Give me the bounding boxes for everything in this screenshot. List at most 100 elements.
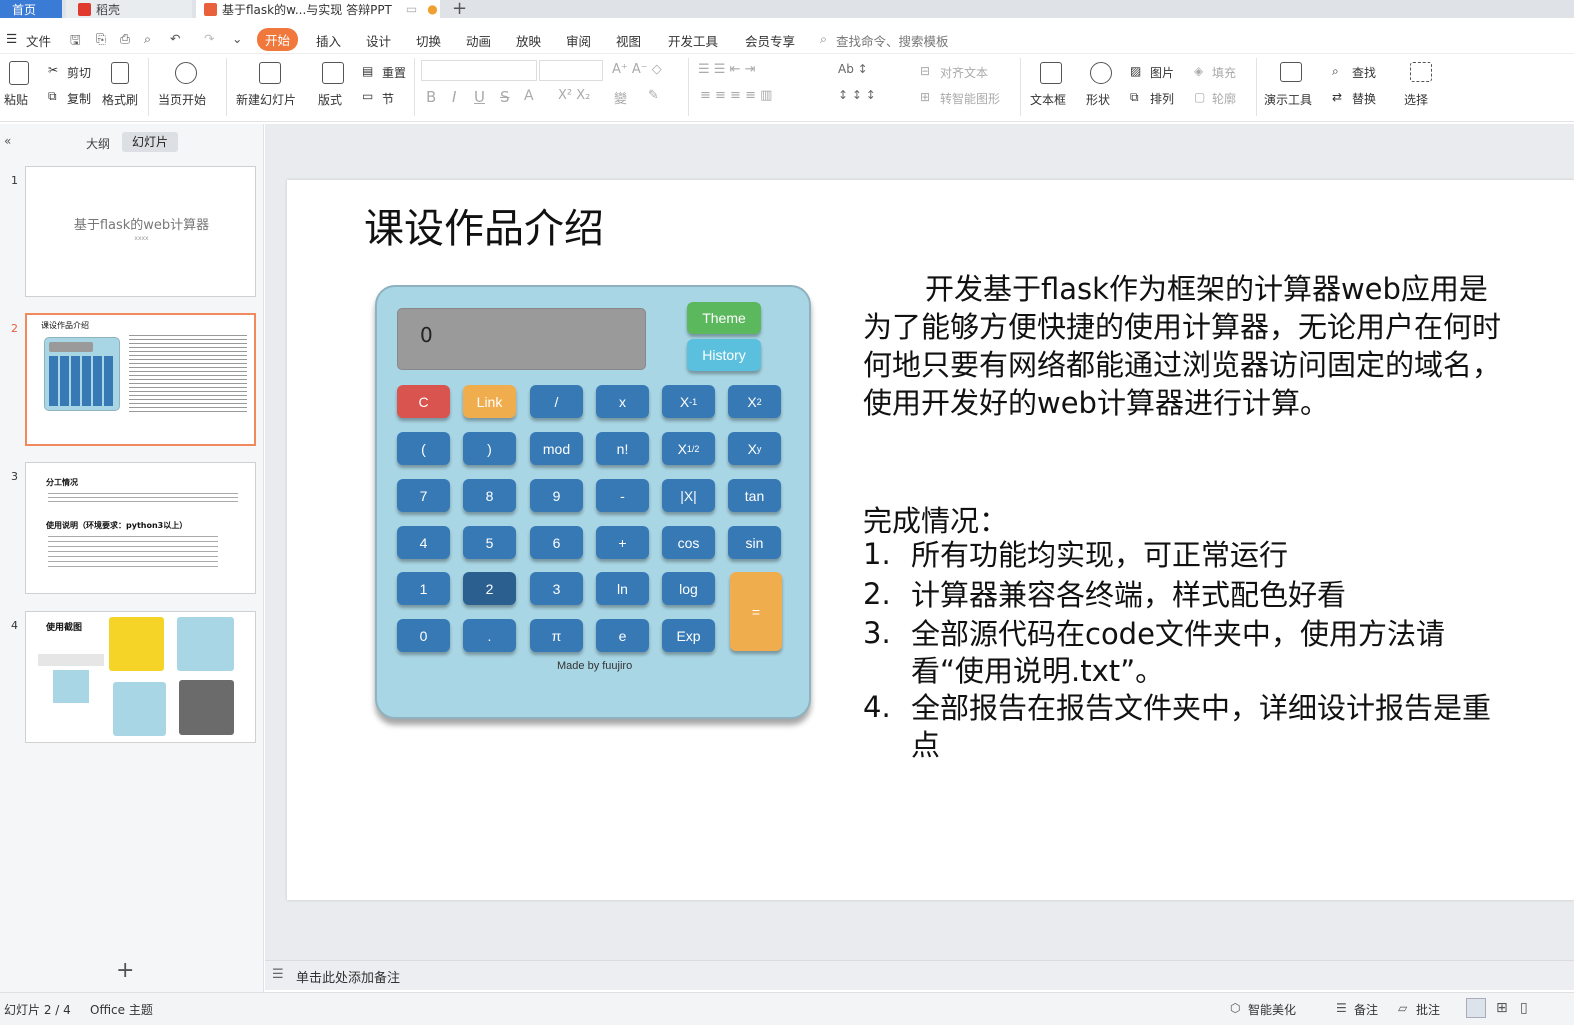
thumb-slide-2[interactable]: 课设作品介绍 [25, 313, 256, 446]
arrange-button[interactable]: 排列 [1150, 90, 1174, 107]
quick-access-dropdown-icon[interactable]: ⌄ [232, 31, 242, 46]
menu-transition[interactable]: 切换 [416, 31, 441, 50]
highlight-icon[interactable]: ✎ [648, 88, 659, 103]
play-from-current-button[interactable]: 当页开始 [158, 91, 206, 108]
tab-outline[interactable]: 大纲 [86, 135, 110, 152]
menu-animation[interactable]: 动画 [466, 31, 491, 50]
sorter-view-icon[interactable]: ⊞ [1496, 1000, 1508, 1016]
new-slide-icon[interactable] [259, 62, 281, 84]
cut-icon[interactable]: ✂ [48, 63, 58, 77]
bullet-list-icon[interactable]: ☰ ☰ ⇤ ⇥ [698, 62, 756, 77]
normal-view-icon[interactable] [1466, 998, 1486, 1018]
strikethrough-icon[interactable]: S [500, 88, 510, 106]
undo-icon[interactable]: ↶ [170, 31, 180, 46]
thumb-slide-4[interactable]: 使用截图 [25, 611, 256, 743]
increase-font-icon[interactable]: A⁺ A⁻ ◇ [612, 62, 662, 77]
menu-home[interactable]: 开始 [257, 28, 299, 51]
notes-placeholder[interactable]: 单击此处添加备注 [296, 967, 400, 986]
textbox-icon[interactable] [1040, 62, 1062, 84]
shape-button[interactable]: 形状 [1086, 91, 1110, 108]
paste-button[interactable]: 粘贴 [4, 91, 28, 108]
underline-icon[interactable]: U [474, 88, 485, 106]
find-button[interactable]: 查找 [1352, 64, 1376, 81]
export-icon[interactable]: ⎘ [96, 31, 106, 47]
thumb-slide-1[interactable]: 基于flask的web计算器 xxxx [25, 166, 256, 297]
play-icon[interactable] [175, 62, 197, 84]
fill-button[interactable]: 填充 [1212, 64, 1236, 81]
hamburger-icon[interactable]: ☰ [6, 31, 17, 46]
picture-button[interactable]: 图片 [1150, 64, 1174, 81]
align-text-button[interactable]: 对齐文本 [940, 64, 988, 81]
present-tools-icon[interactable] [1280, 62, 1302, 82]
calc-key: ( [397, 432, 450, 465]
item-3[interactable]: 全部源代码在code文件夹中，使用方法请看“使用说明.txt”。 [911, 616, 1501, 690]
window-icon[interactable]: ▭ [406, 2, 417, 16]
item-number-2: 2. [863, 577, 891, 611]
copy-button[interactable]: 复制 [67, 90, 91, 107]
theme-name[interactable]: Office 主题 [90, 1001, 153, 1018]
tab-document[interactable]: 基于flask的w...与实现 答辩PPT ▭ ● [196, 0, 440, 18]
replace-button[interactable]: 替换 [1352, 90, 1376, 107]
item-4[interactable]: 全部报告在报告文件夹中，详细设计报告是重点 [911, 690, 1501, 764]
reset-button[interactable]: 重置 [382, 64, 406, 81]
tab-daoke[interactable]: 稻壳 [66, 0, 192, 18]
menu-view[interactable]: 视图 [616, 31, 641, 50]
item-2[interactable]: 计算器兼容各终端，样式配色好看 [911, 577, 1501, 614]
font-color-icon[interactable]: A [524, 88, 534, 104]
menu-file[interactable]: 文件 [26, 31, 51, 50]
tab-slides[interactable]: 幻灯片 [122, 132, 178, 152]
command-search[interactable]: 查找命令、搜索模板 [836, 31, 949, 50]
print-icon[interactable]: ⎙ [120, 31, 130, 47]
item-1[interactable]: 所有功能均实现，可正常运行 [911, 537, 1501, 574]
phonetic-icon[interactable]: 變 [614, 88, 627, 107]
shape-icon[interactable] [1090, 62, 1112, 84]
menu-insert[interactable]: 插入 [316, 31, 341, 50]
present-tools-button[interactable]: 演示工具 [1264, 91, 1312, 108]
text-direction-icon[interactable]: Ab ↕ [838, 62, 868, 76]
reading-view-icon[interactable]: ▯ [1520, 1000, 1528, 1016]
section-icon[interactable]: ▭ [362, 89, 373, 103]
layout-icon[interactable] [322, 62, 344, 84]
copy-icon[interactable]: ⧉ [48, 89, 57, 104]
format-brush-button[interactable]: 格式刷 [102, 91, 138, 108]
layout-button[interactable]: 版式 [318, 91, 342, 108]
section-button[interactable]: 节 [382, 90, 394, 107]
menu-design[interactable]: 设计 [366, 31, 391, 50]
font-size-select[interactable] [539, 60, 603, 81]
slide-title[interactable]: 课设作品介绍 [364, 196, 604, 254]
slide-paragraph[interactable]: 开发基于flask作为框架的计算器web应用是为了能够方便快捷的使用计算器，无论… [863, 270, 1503, 422]
italic-icon[interactable]: I [452, 88, 456, 106]
font-family-select[interactable] [421, 60, 537, 81]
tab-home[interactable]: 首页 [0, 0, 62, 18]
comment-button[interactable]: 批注 [1416, 1001, 1440, 1018]
note-button[interactable]: 备注 [1354, 1001, 1378, 1018]
new-slide-button[interactable]: 新建幻灯片 [236, 91, 296, 108]
superscript-icon[interactable]: X² X₂ [558, 88, 590, 103]
format-brush-icon[interactable] [111, 62, 129, 84]
status-heading[interactable]: 完成情况： [863, 498, 1008, 540]
menu-slideshow[interactable]: 放映 [516, 31, 541, 50]
redo-icon[interactable]: ↷ [204, 31, 214, 46]
menu-member[interactable]: 会员专享 [745, 31, 795, 50]
menu-developer[interactable]: 开发工具 [668, 31, 718, 50]
thumb-slide-3[interactable]: 分工情况 使用说明（环境要求：python3以上） [25, 462, 256, 594]
new-tab-button[interactable]: + [452, 0, 467, 19]
bold-icon[interactable]: B [426, 88, 436, 106]
menu-review[interactable]: 审阅 [566, 31, 591, 50]
line-spacing-icon[interactable]: ↕ ↕ ↕ [838, 88, 876, 102]
select-icon[interactable] [1410, 62, 1432, 82]
select-button[interactable]: 选择 [1404, 91, 1428, 108]
align-icons[interactable]: ≡ ≡ ≡ ≡ ▥ [700, 88, 772, 103]
paste-icon[interactable] [9, 61, 29, 85]
beautify-button[interactable]: 智能美化 [1248, 1001, 1296, 1018]
add-slide-button[interactable]: + [116, 958, 134, 983]
textbox-button[interactable]: 文本框 [1030, 91, 1066, 108]
reset-icon[interactable]: ▤ [362, 64, 373, 78]
collapse-panel-icon[interactable]: « [4, 134, 11, 148]
to-smartart-button[interactable]: 转智能图形 [940, 90, 1000, 107]
cut-button[interactable]: 剪切 [67, 64, 91, 81]
notes-pane[interactable] [265, 960, 1574, 990]
save-icon[interactable]: 🖫 [70, 31, 81, 52]
preview-icon[interactable]: ⌕ [144, 31, 151, 47]
outline-button[interactable]: 轮廓 [1212, 90, 1236, 107]
